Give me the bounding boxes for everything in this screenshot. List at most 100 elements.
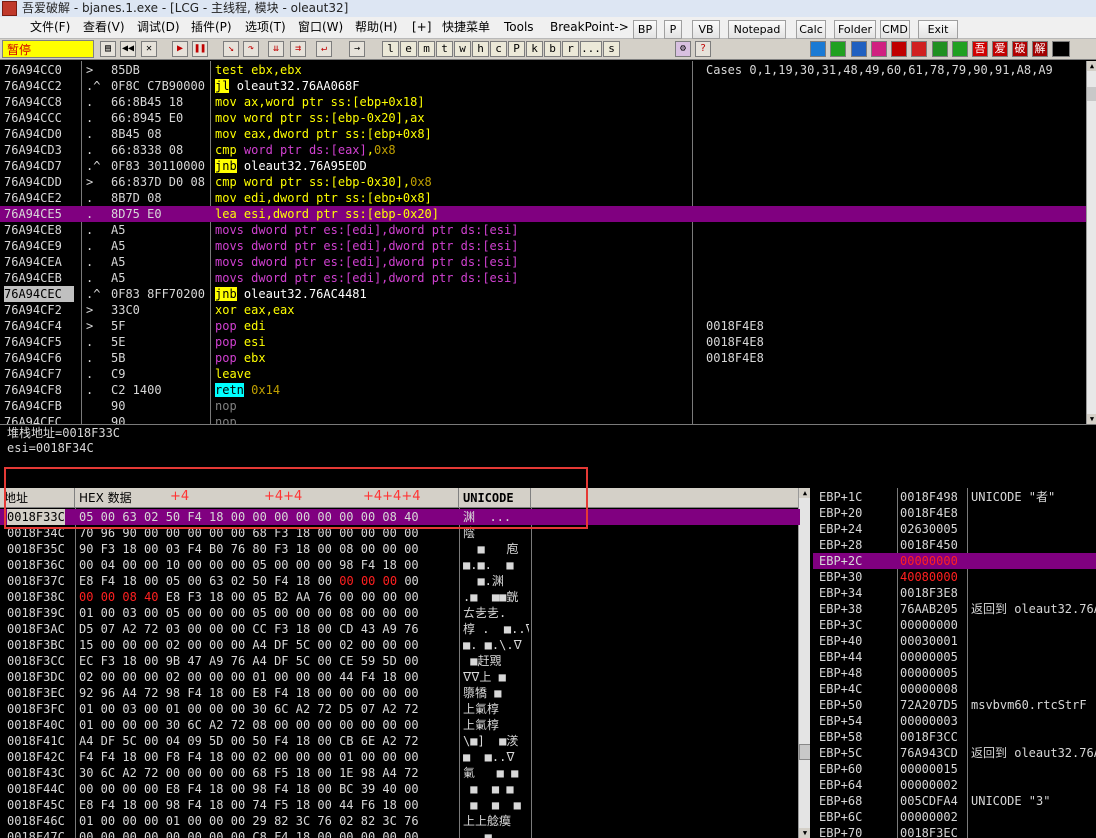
toolbar-window-button-3[interactable]: t [436, 41, 453, 57]
stack-row[interactable]: EBP+68 005CDFA4 UNICODE "3" [813, 793, 1096, 809]
toolbar-window-button-10[interactable]: r [562, 41, 579, 57]
step-over-icon[interactable]: ↷ [243, 41, 259, 57]
target-icon[interactable] [911, 41, 927, 57]
run-icon[interactable]: ▶ [172, 41, 188, 57]
disasm-row[interactable]: 76A94CDD >66:837D D0 08 cmp word ptr ss:[e… [0, 174, 1086, 190]
chart-icon[interactable] [932, 41, 948, 57]
dump-header-address[interactable]: 地址 [0, 488, 75, 508]
toolbar-window-button-0[interactable]: l [382, 41, 399, 57]
menu-item[interactable]: 帮助(H) [355, 19, 397, 36]
refresh-icon[interactable] [810, 41, 826, 57]
stack-row[interactable]: EBP+28 0018F450 [813, 537, 1096, 553]
disassembly-pane[interactable]: ▲ ▼ 76A94CC0 >85DB test ebx,ebx Cases 0,1,1… [0, 61, 1096, 424]
disasm-row[interactable]: 76A94CF2 >33C0 xor eax,eax [0, 302, 1086, 318]
scroll-up-arrow-icon[interactable]: ▲ [1087, 61, 1096, 71]
dump-row[interactable]: 0018F3BC 15 00 00 00 02 00 00 00 A4 DF 5C… [0, 637, 800, 653]
dump-row[interactable]: 0018F3EC 92 96 A4 72 98 F4 18 00 E8 F4 18… [0, 685, 800, 701]
menu-button-cmd[interactable]: CMD [880, 20, 910, 39]
disasm-row[interactable]: 76A94CF7. C9 leave [0, 366, 1086, 382]
toolbar-window-button-12[interactable]: s [603, 41, 620, 57]
stack-row[interactable]: EBP+64 00000002 [813, 777, 1096, 793]
toolbar-window-button-11[interactable]: ... [580, 41, 602, 57]
dump-row[interactable]: 0018F45C E8 F4 18 00 98 F4 18 00 74 F5 18… [0, 797, 800, 813]
grid-icon[interactable] [952, 41, 968, 57]
scroll-down-arrow-icon[interactable]: ▼ [799, 828, 810, 838]
trace-over-icon[interactable]: ⇉ [290, 41, 306, 57]
stack-row[interactable]: EBP+38 76AAB205 返回到 oleaut32.76AA [813, 601, 1096, 617]
stack-row[interactable]: EBP+58 0018F3CC [813, 729, 1096, 745]
dump-row[interactable]: 0018F38C 00 00 08 40 E8 F3 18 00 05 B2 AA… [0, 589, 800, 605]
disasm-row[interactable]: 76A94CD3. 66:8338 08 cmp word ptr ds:[eax]… [0, 142, 1086, 158]
stack-row[interactable]: EBP+48 00000005 [813, 665, 1096, 681]
dump-row[interactable]: 0018F34C 70 96 90 00 00 00 00 00 68 F3 18… [0, 525, 800, 541]
dump-row[interactable]: 0018F33C 05 00 63 02 50 F4 18 00 00 00 00… [0, 509, 800, 525]
stack-row[interactable]: EBP+30 40080000 [813, 569, 1096, 585]
dump-row[interactable]: 0018F47C 00 00 00 00 00 00 00 00 C8 F4 18… [0, 829, 800, 838]
disasm-row[interactable]: 76A94CF4 >5F pop edi 0018F4E8 [0, 318, 1086, 334]
disasm-row[interactable]: 76A94CF5. 5E pop esi 0018F4E8 [0, 334, 1086, 350]
menu-button-exit[interactable]: Exit [918, 20, 958, 39]
pause-icon[interactable] [830, 41, 846, 57]
stack-row[interactable]: EBP+20 0018F4E8 [813, 505, 1096, 521]
close-icon[interactable]: ✕ [141, 41, 157, 57]
toolbar-window-button-4[interactable]: w [454, 41, 471, 57]
disasm-row[interactable]: 76A94CD0. 8B45 08 mov eax,dword ptr ss:[eb… [0, 126, 1086, 142]
toolbar-logo-char[interactable]: 破 [1012, 41, 1028, 57]
menu-item[interactable]: 调试(D) [137, 19, 180, 36]
dump-row[interactable]: 0018F3AC D5 07 A2 72 03 00 00 00 CC F3 18… [0, 621, 800, 637]
execute-till-return-icon[interactable]: ↵ [316, 41, 332, 57]
stack-row[interactable]: EBP+24 02630005 [813, 521, 1096, 537]
menu-item[interactable]: Tools [504, 19, 534, 36]
toolbar-logo-char[interactable]: 解 [1032, 41, 1048, 57]
stack-row[interactable]: EBP+44 00000005 [813, 649, 1096, 665]
menu-button-vb[interactable]: VB [692, 20, 720, 39]
toolbar-window-button-2[interactable]: m [418, 41, 435, 57]
menu-item[interactable]: [+] [412, 19, 431, 36]
disasm-row[interactable]: 76A94CEA. A5 movs dword ptr es:[edi],dword… [0, 254, 1086, 270]
toolbar-window-button-9[interactable]: b [544, 41, 561, 57]
stack-row[interactable]: EBP+6C 00000002 [813, 809, 1096, 825]
disasm-row[interactable]: 76A94CFB 90 nop [0, 398, 1086, 414]
dump-row[interactable]: 0018F3CC EC F3 18 00 9B 47 A9 76 A4 DF 5C… [0, 653, 800, 669]
menu-button-folder[interactable]: Folder [834, 20, 876, 39]
dump-row[interactable]: 0018F36C 00 04 00 00 10 00 00 00 05 00 00… [0, 557, 800, 573]
alpha-icon[interactable] [871, 41, 887, 57]
disasm-row[interactable]: 76A94CC2 .^ 0F8C C7B90000 jl oleaut32.76AA0… [0, 78, 1086, 94]
step-into-icon[interactable]: ↘ [223, 41, 239, 57]
stack-row[interactable]: EBP+5C 76A943CD 返回到 oleaut32.76A9 [813, 745, 1096, 761]
toolbar-window-button-8[interactable]: k [526, 41, 543, 57]
dump-row[interactable]: 0018F41C A4 DF 5C 00 04 09 5D 00 50 F4 18… [0, 733, 800, 749]
toolbar-window-button-5[interactable]: h [472, 41, 489, 57]
scroll-down-arrow-icon[interactable]: ▼ [1087, 414, 1096, 424]
hide-icon[interactable] [851, 41, 867, 57]
menu-button-bp[interactable]: BP [633, 20, 657, 39]
menu-item[interactable]: 窗口(W) [298, 19, 343, 36]
menu-button-calc[interactable]: Calc [796, 20, 826, 39]
disasm-row[interactable]: 76A94CE2. 8B7D 08 mov edi,dword ptr ss:[eb… [0, 190, 1086, 206]
menu-button-p[interactable]: P [664, 20, 682, 39]
stack-row[interactable]: EBP+3C 00000000 [813, 617, 1096, 633]
dump-header-unicode[interactable]: UNICODE [459, 488, 531, 508]
dump-row[interactable]: 0018F40C 01 00 00 00 30 6C A2 72 08 00 00… [0, 717, 800, 733]
disasm-row[interactable]: 76A94CCC. 66:8945 E0 mov word ptr ss:[ebp-… [0, 110, 1086, 126]
stack-pane[interactable]: EBP+1C 0018F498 UNICODE "者" EBP+20 0018F4E8 E… [813, 488, 1096, 838]
disasm-row[interactable]: 76A94CEC .^ 0F83 8FF70200 jnb oleaut32.76AC… [0, 286, 1086, 302]
menu-item[interactable]: 快捷菜单 [442, 19, 490, 36]
menu-item[interactable]: 插件(P) [191, 19, 232, 36]
disasm-row[interactable]: 76A94CF6. 5B pop ebx 0018F4E8 [0, 350, 1086, 366]
menu-button-notepad[interactable]: Notepad [728, 20, 786, 39]
disasm-row[interactable]: 76A94CFC 90 nop [0, 414, 1086, 424]
menu-item[interactable]: 查看(V) [83, 19, 125, 36]
scroll-thumb[interactable] [799, 744, 810, 760]
restart-icon[interactable]: ◀◀ [120, 41, 136, 57]
stack-row[interactable]: EBP+2C 00000000 [813, 553, 1096, 569]
stack-row[interactable]: EBP+40 00030001 [813, 633, 1096, 649]
toolbar-logo-char[interactable]: 爱 [992, 41, 1008, 57]
dump-row[interactable]: 0018F46C 01 00 00 00 01 00 00 00 29 82 3C… [0, 813, 800, 829]
toolbar-window-button-7[interactable]: P [508, 41, 525, 57]
disasm-row[interactable]: 76A94CC8. 66:8B45 18 mov ax,word ptr ss:[e… [0, 94, 1086, 110]
stack-row[interactable]: EBP+54 00000003 [813, 713, 1096, 729]
stack-row[interactable]: EBP+4C 00000008 [813, 681, 1096, 697]
disasm-scrollbar[interactable]: ▲ ▼ [1086, 61, 1096, 424]
dump-row[interactable]: 0018F43C 30 6C A2 72 00 00 00 00 68 F5 18… [0, 765, 800, 781]
